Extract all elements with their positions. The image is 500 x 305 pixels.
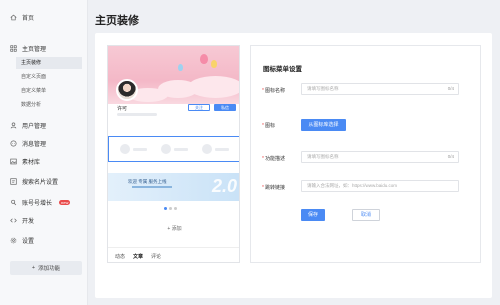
icon-menu-module[interactable] (108, 136, 239, 162)
sidebar-item-homepage-management[interactable]: 主页管理 (10, 44, 46, 53)
grid-icon (10, 45, 17, 52)
menu-placeholder (202, 144, 229, 154)
user-name: 许可 (117, 106, 128, 112)
char-count: 0/4 (447, 154, 454, 159)
sidebar-subitem-custom-menu[interactable]: 自定义菜单 (21, 87, 46, 94)
name-label: *图标名称 (262, 88, 285, 94)
new-badge: new (59, 200, 71, 205)
gear-icon (10, 237, 17, 244)
char-count: 0/4 (447, 86, 454, 91)
user-icon (10, 122, 17, 129)
promo-number: 2.0 (211, 176, 237, 196)
follow-button[interactable]: 关注 (188, 104, 210, 111)
cancel-button[interactable]: 取消 (352, 209, 380, 221)
home-icon (10, 14, 17, 21)
sidebar-item-label: 消息管理 (22, 142, 47, 148)
add-module-button[interactable]: + 添加 (108, 220, 239, 238)
growth-icon (10, 199, 17, 206)
sidebar-item-messages[interactable]: 消息管理 (10, 139, 46, 148)
user-bio-placeholder (117, 113, 157, 116)
card-icon (10, 178, 17, 185)
sidebar-item-label: 搜索名片设置 (22, 180, 59, 186)
link-input[interactable]: 请输入合法网址，如：https://www.baidu.com (301, 180, 459, 192)
sidebar-item-library[interactable]: 素材库 (10, 157, 40, 166)
sidebar-subitem-homepage-decoration[interactable]: 主页装修 (16, 57, 82, 69)
message-icon (10, 140, 17, 147)
sidebar-item-label: 设置 (22, 239, 35, 245)
sidebar-item-label: 开发 (22, 219, 35, 225)
add-function-button[interactable]: + 添加功能 (10, 261, 82, 275)
code-icon (10, 217, 17, 224)
sidebar-item-develop[interactable]: 开发 (10, 216, 34, 225)
form-title: 图标菜单设置 (263, 66, 302, 73)
sidebar-item-search-card[interactable]: 搜索名片设置 (10, 177, 58, 186)
icon-name-input[interactable]: 请填写图标名称 0/4 (301, 83, 459, 95)
sidebar-subitem-data-analysis[interactable]: 数据分析 (21, 101, 41, 108)
link-label: *跳转链接 (262, 185, 285, 191)
sidebar-item-users[interactable]: 用户管理 (10, 121, 46, 130)
tab-articles[interactable]: 文章 (133, 253, 144, 262)
sidebar-subitem-custom-page[interactable]: 自定义页面 (21, 73, 46, 80)
content-tabs: 动态 文章 评论 (108, 247, 239, 262)
sidebar-item-label: 账号号增长 (22, 201, 53, 207)
promo-subline (132, 186, 172, 188)
icon-label: *图标 (262, 123, 275, 129)
save-button[interactable]: 保存 (301, 209, 325, 221)
main-panel: 许可 关注 私信 欢迎 专属 服务上线 2.0 + 添加 动态 文章 评论 图标… (95, 33, 492, 298)
image-icon (10, 158, 17, 165)
sidebar-item-growth[interactable]: 账号号增长 new (10, 198, 71, 207)
carousel-dots (164, 207, 177, 210)
phone-preview: 许可 关注 私信 欢迎 专属 服务上线 2.0 + 添加 动态 文章 评论 (107, 45, 240, 263)
sidebar: 首页 主页管理 主页装修 自定义页面 自定义菜单 数据分析 用户管理 消息管理 … (0, 0, 88, 305)
add-function-label: 添加功能 (38, 266, 61, 272)
plus-icon: + (31, 265, 36, 271)
menu-placeholder (120, 144, 147, 154)
description-input[interactable]: 请填写图标名称 0/4 (301, 151, 459, 163)
menu-placeholder (161, 144, 188, 154)
sidebar-item-label: 素材库 (22, 160, 41, 166)
page-title: 主页装修 (95, 15, 139, 27)
promo-banner[interactable]: 欢迎 专属 服务上线 2.0 (108, 173, 239, 201)
avatar (116, 79, 138, 101)
sidebar-item-label: 主页管理 (22, 47, 47, 53)
sidebar-item-settings[interactable]: 设置 (10, 236, 34, 245)
description-label: *功能描述 (262, 156, 285, 162)
sidebar-item-label: 首页 (22, 16, 35, 22)
sidebar-item-label: 用户管理 (22, 124, 47, 130)
sidebar-item-home[interactable]: 首页 (10, 13, 34, 22)
tab-dynamics[interactable]: 动态 (115, 253, 125, 260)
icon-menu-settings-form: 图标菜单设置 *图标名称 请填写图标名称 0/4 *图标 从图标库选择 *功能描… (250, 45, 481, 263)
message-button[interactable]: 私信 (214, 104, 236, 111)
promo-text: 欢迎 专属 服务上线 (128, 179, 167, 184)
tab-comments[interactable]: 评论 (151, 253, 161, 260)
choose-from-icon-library-button[interactable]: 从图标库选择 (301, 119, 346, 131)
